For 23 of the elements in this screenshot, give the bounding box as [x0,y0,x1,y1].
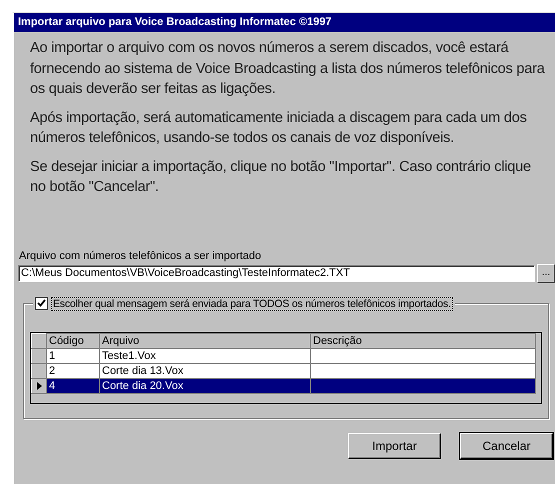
checkbox[interactable] [35,297,48,310]
table-cell: 1 [49,350,56,362]
table-row[interactable]: 1 Teste1.Vox [32,348,536,363]
window-title: Importar arquivo para Voice Broadcasting Informatec ©1997 [14,13,555,32]
table-row[interactable]: 2 Corte dia 13.Vox [32,363,536,378]
browse-button[interactable]: ... [537,264,555,282]
table-cell: Teste1.Vox [102,350,156,362]
field-label: Arquivo com números telefônicos a ser importado [19,250,262,262]
table-cell: Corte dia 13.Vox [102,364,184,376]
table-cell: 4 [49,380,56,392]
checkbox-label[interactable]: Escolher qual mensagem será enviada para TODOS os números telefônicos importados. [51,296,453,310]
instruction-text: Se desejar iniciar a importação, clique no botão "Importar". Caso contrário clique no botão "Cancelar". [30,158,532,197]
column-header[interactable]: Descrição [310,333,536,348]
column-header[interactable]: Arquivo [100,333,310,348]
instruction-text: Após importação, será automaticamente iniciada a discagem para cada um dos números telefônicos, usando-se todos os canais de voz disponíveis. [30,108,528,148]
column-header[interactable]: Código [46,333,100,348]
dialog-button[interactable]: Importar [348,432,441,458]
file-path-field[interactable]: C:\Meus Documentos\VB\VoiceBroadcasting\TesteInformatec2.TXT [18,264,535,282]
instruction-text: Ao importar o arquivo com os novos números a serem discados, você estará fornecendo ao sistema de Voice Broadcasting a lista dos números telefônicos para os quais deverão ser feitas as ligações. [30,39,545,99]
table-cell: Corte dia 20.Vox [102,380,184,392]
table-cell: 2 [49,364,56,376]
dialog-button[interactable]: Cancelar [460,432,553,458]
table-row[interactable]: 4 Corte dia 20.Vox [32,378,536,393]
